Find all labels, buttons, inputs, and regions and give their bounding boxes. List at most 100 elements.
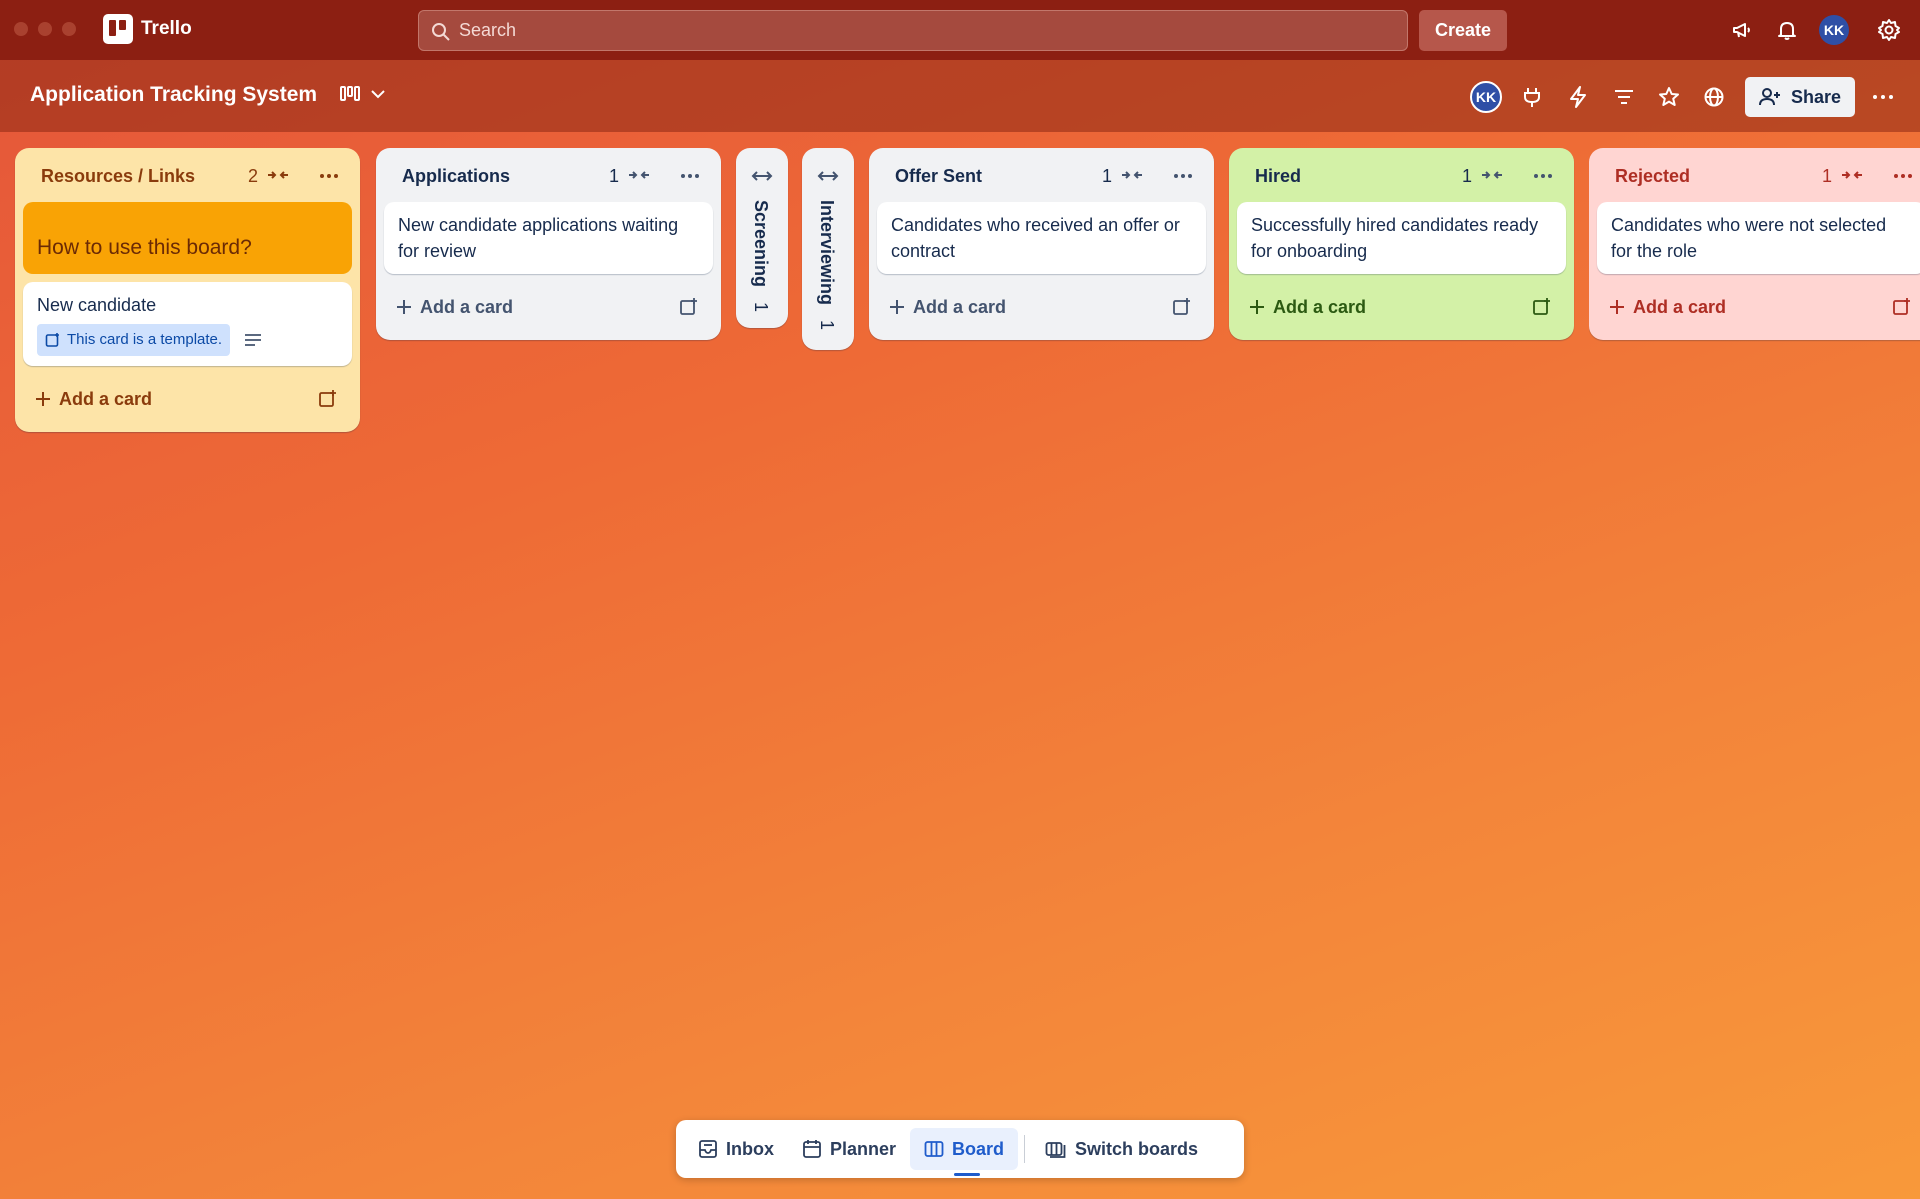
app-name: Trello (141, 18, 192, 39)
collapse-list-icon[interactable] (266, 165, 290, 185)
card[interactable]: New candidate applications waiting for r… (384, 202, 713, 274)
close-window-button[interactable] (14, 22, 28, 36)
create-button[interactable]: Create (1419, 10, 1507, 51)
nav-divider (1024, 1135, 1026, 1163)
add-card-label: Add a card (1633, 296, 1727, 317)
board-view-switcher[interactable] (340, 85, 386, 103)
list-rejected-viewport: Rejected 1 Candidates who were not selec… (1589, 140, 1920, 360)
list-interviewing-collapsed[interactable]: Interviewing 1 (802, 148, 854, 350)
expand-list-icon[interactable] (816, 168, 840, 184)
list-actions-button[interactable] (1894, 174, 1912, 178)
list-rejected[interactable]: Rejected 1 Candidates who were not selec… (1589, 148, 1920, 340)
add-card-button[interactable]: Add a card (877, 282, 1206, 332)
plus-icon (890, 300, 904, 314)
template-badge: This card is a template. (37, 324, 231, 356)
card[interactable]: Candidates who were not selected for the… (1597, 202, 1920, 274)
add-card-button[interactable]: Add a card (384, 282, 713, 332)
card[interactable]: Successfully hired candidates ready for … (1237, 202, 1566, 274)
search-input[interactable]: Search (418, 10, 1408, 51)
board-title[interactable]: Application Tracking System (30, 83, 317, 107)
bell-icon[interactable] (1775, 18, 1799, 42)
card[interactable]: Candidates who received an offer or cont… (877, 202, 1206, 274)
list-card-count: 1 (817, 320, 837, 331)
board-header: Application Tracking System KK Share (0, 60, 1920, 132)
nav-board-label: Board (952, 1138, 1005, 1159)
list-actions-button[interactable] (1534, 174, 1552, 178)
add-card-button[interactable]: Add a card (1597, 282, 1920, 332)
nav-board[interactable]: Board (910, 1128, 1019, 1176)
add-card-label: Add a card (1273, 296, 1367, 317)
template-icon (45, 333, 59, 347)
cover-card-how-to-use[interactable]: How to use this board? (23, 202, 352, 274)
description-icon (245, 334, 262, 346)
search-icon (432, 23, 450, 41)
list-card-count: 1 (1461, 165, 1472, 186)
create-from-template-icon[interactable] (318, 389, 338, 409)
create-from-template-icon[interactable] (1892, 297, 1912, 317)
trello-logo-icon (103, 14, 133, 44)
list-title[interactable]: Rejected (1615, 166, 1690, 187)
share-label: Share (1790, 86, 1842, 107)
list-screening-collapsed[interactable]: Screening 1 (736, 148, 788, 328)
bottom-navigation: Inbox Planner Board Switch boards (676, 1120, 1244, 1178)
list-actions-button[interactable] (1174, 174, 1192, 178)
list-title[interactable]: Applications (402, 166, 510, 187)
list-hired[interactable]: Hired 1 Successfully hired candidates re… (1229, 148, 1574, 340)
user-avatar[interactable]: KK (1819, 15, 1849, 45)
list-title[interactable]: Resources / Links (41, 166, 195, 187)
list-header[interactable]: Applications 1 (384, 156, 713, 196)
nav-planner[interactable]: Planner (788, 1128, 910, 1170)
add-card-button[interactable]: Add a card (1237, 282, 1566, 332)
list-title[interactable]: Offer Sent (895, 166, 982, 187)
board-menu-button[interactable] (1873, 95, 1893, 99)
collapse-list-icon[interactable] (627, 165, 651, 185)
nav-planner-label: Planner (830, 1138, 897, 1159)
minimize-window-button[interactable] (38, 22, 52, 36)
switch-boards-icon (1045, 1142, 1066, 1158)
list-header[interactable]: Offer Sent 1 (877, 156, 1206, 196)
create-from-template-icon[interactable] (679, 297, 699, 317)
nav-inbox[interactable]: Inbox (684, 1128, 788, 1170)
megaphone-icon[interactable] (1730, 18, 1754, 42)
list-actions-button[interactable] (681, 174, 699, 178)
list-resources-links[interactable]: Resources / Links 2 How to use this boar… (15, 148, 360, 432)
nav-switch-boards[interactable]: Switch boards (1031, 1128, 1212, 1170)
list-offer-sent[interactable]: Offer Sent 1 Candidates who received an … (869, 148, 1214, 340)
globe-visibility-icon[interactable] (1701, 84, 1727, 110)
collapsed-list-label: Screening 1 (750, 200, 771, 312)
chevron-down-icon (371, 90, 385, 99)
board-member-avatar[interactable]: KK (1470, 81, 1502, 113)
nav-switch-boards-label: Switch boards (1075, 1138, 1199, 1159)
plus-icon (1610, 300, 1624, 314)
expand-list-icon[interactable] (750, 168, 774, 184)
add-card-button[interactable]: Add a card (23, 374, 352, 424)
add-card-label: Add a card (420, 296, 514, 317)
trello-logo[interactable]: Trello (103, 14, 192, 44)
automation-lightning-icon[interactable] (1565, 84, 1591, 110)
add-card-label: Add a card (59, 388, 153, 409)
star-icon[interactable] (1656, 84, 1682, 110)
list-header[interactable]: Resources / Links 2 (23, 156, 352, 196)
list-applications[interactable]: Applications 1 New candidate application… (376, 148, 721, 340)
create-from-template-icon[interactable] (1172, 297, 1192, 317)
inbox-icon (699, 1140, 717, 1158)
collapse-list-icon[interactable] (1480, 165, 1504, 185)
list-header[interactable]: Rejected 1 (1597, 156, 1920, 196)
collapse-list-icon[interactable] (1120, 165, 1144, 185)
zoom-window-button[interactable] (62, 22, 76, 36)
nav-inbox-label: Inbox (726, 1138, 774, 1159)
create-from-template-icon[interactable] (1532, 297, 1552, 317)
share-button[interactable]: Share (1745, 77, 1855, 117)
list-actions-button[interactable] (320, 174, 338, 178)
collapse-list-icon[interactable] (1840, 165, 1864, 185)
list-header[interactable]: Hired 1 (1237, 156, 1566, 196)
add-person-icon (1758, 88, 1780, 106)
gear-icon[interactable] (1877, 18, 1901, 42)
filter-icon[interactable] (1611, 84, 1637, 110)
template-badge-text: This card is a template. (67, 331, 223, 348)
window-controls[interactable] (14, 22, 76, 36)
power-ups-icon[interactable] (1519, 84, 1545, 110)
template-card[interactable]: New candidate This card is a template. (23, 282, 352, 366)
list-title[interactable]: Hired (1255, 166, 1301, 187)
card-title: New candidate (37, 295, 157, 315)
